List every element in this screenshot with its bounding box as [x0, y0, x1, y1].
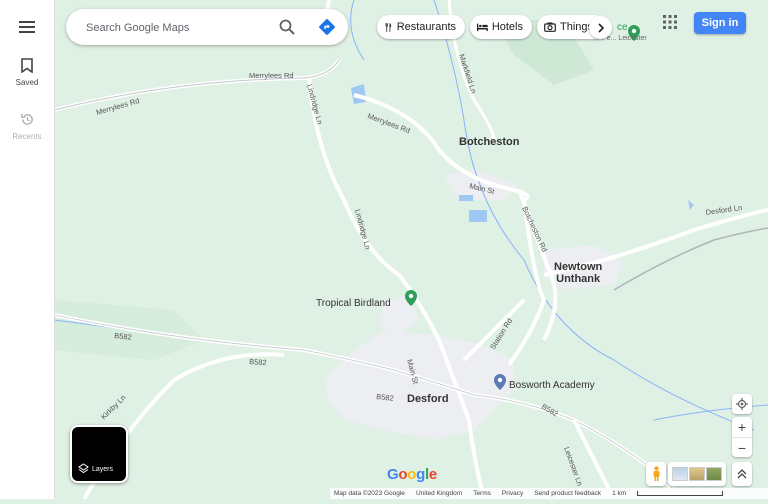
scale-label[interactable]: 1 km — [612, 490, 626, 497]
sidebar: Saved Recents — [0, 0, 55, 499]
place-label-desford[interactable]: Desford — [407, 393, 449, 405]
zoom-out-button[interactable]: − — [732, 438, 752, 457]
map-graphics: Merrylees Rd Merrylees Rd Merrylees Rd L… — [53, 0, 768, 501]
chip-label: Hotels — [491, 21, 523, 33]
chip-label: Restaurants — [396, 21, 456, 33]
transit-thumbnail-icon[interactable] — [671, 467, 688, 481]
menu-button[interactable] — [14, 14, 40, 40]
layers-icon — [78, 463, 89, 474]
chevron-right-icon — [597, 22, 604, 33]
road-label: B582 — [249, 357, 267, 367]
terrain-thumbnail-icon[interactable] — [688, 467, 705, 481]
road-label: B582 — [376, 392, 394, 403]
google-logo: Google — [387, 466, 437, 483]
history-icon — [20, 113, 33, 125]
bed-icon — [477, 23, 488, 32]
map-type-thumbnails[interactable] — [668, 462, 726, 486]
search-input[interactable] — [84, 17, 268, 39]
search-icon[interactable] — [279, 19, 295, 35]
poi-label-tropical-birdland[interactable]: Tropical Birdland — [316, 298, 391, 309]
pegman-icon — [653, 466, 659, 481]
poi-label-bosworth-academy[interactable]: Bosworth Academy — [509, 380, 595, 391]
scale-bar — [637, 491, 724, 496]
sidebar-item-saved[interactable]: Saved — [0, 58, 54, 87]
pegman-button[interactable] — [646, 462, 666, 486]
expand-controls-button[interactable] — [732, 462, 752, 486]
apps-grid-icon — [663, 15, 677, 29]
layers-label: Layers — [92, 466, 114, 473]
layers-button[interactable]: Layers — [70, 425, 128, 483]
partial-place-label[interactable]: ce — [617, 22, 628, 33]
chip-hotels[interactable]: Hotels — [470, 15, 532, 39]
my-location-icon — [736, 398, 748, 410]
map-footer: Map data ©2023 Google United Kingdom Ter… — [330, 488, 768, 499]
feedback-link[interactable]: Send product feedback — [534, 490, 601, 497]
map-data-attribution: Map data ©2023 Google — [334, 490, 405, 497]
fork-knife-icon — [385, 22, 392, 32]
directions-icon[interactable] — [318, 18, 336, 36]
sidebar-item-label: Saved — [15, 78, 39, 87]
chip-restaurants[interactable]: Restaurants — [377, 15, 465, 39]
chevron-up-double-icon — [737, 469, 747, 479]
satellite-thumbnail-icon[interactable] — [706, 467, 723, 481]
partial-place-sublabel: Pe... Leicester — [602, 35, 647, 42]
my-location-button[interactable] — [732, 394, 752, 414]
sidebar-item-recents[interactable]: Recents — [0, 112, 54, 141]
zoom-controls: + − — [732, 417, 752, 457]
place-label-newtown-unthank[interactable]: Newtown Unthank — [554, 261, 602, 285]
road-label: Merrylees Rd — [249, 71, 294, 80]
terms-link[interactable]: Terms — [473, 490, 491, 497]
search-box — [66, 9, 348, 45]
privacy-link[interactable]: Privacy — [502, 490, 523, 497]
camera-icon — [544, 22, 556, 32]
chips-next-button[interactable] — [589, 16, 612, 39]
map-canvas[interactable]: Merrylees Rd Merrylees Rd Merrylees Rd L… — [53, 0, 768, 501]
road-label: B582 — [114, 331, 132, 342]
zoom-in-button[interactable]: + — [732, 417, 752, 438]
sign-in-button[interactable]: Sign in — [694, 12, 746, 34]
sidebar-item-label: Recents — [12, 132, 42, 141]
place-label-botcheston[interactable]: Botcheston — [459, 136, 520, 148]
region-link[interactable]: United Kingdom — [416, 490, 462, 497]
menu-icon — [19, 21, 35, 33]
bookmark-icon — [21, 58, 33, 74]
apps-button[interactable] — [663, 15, 677, 34]
